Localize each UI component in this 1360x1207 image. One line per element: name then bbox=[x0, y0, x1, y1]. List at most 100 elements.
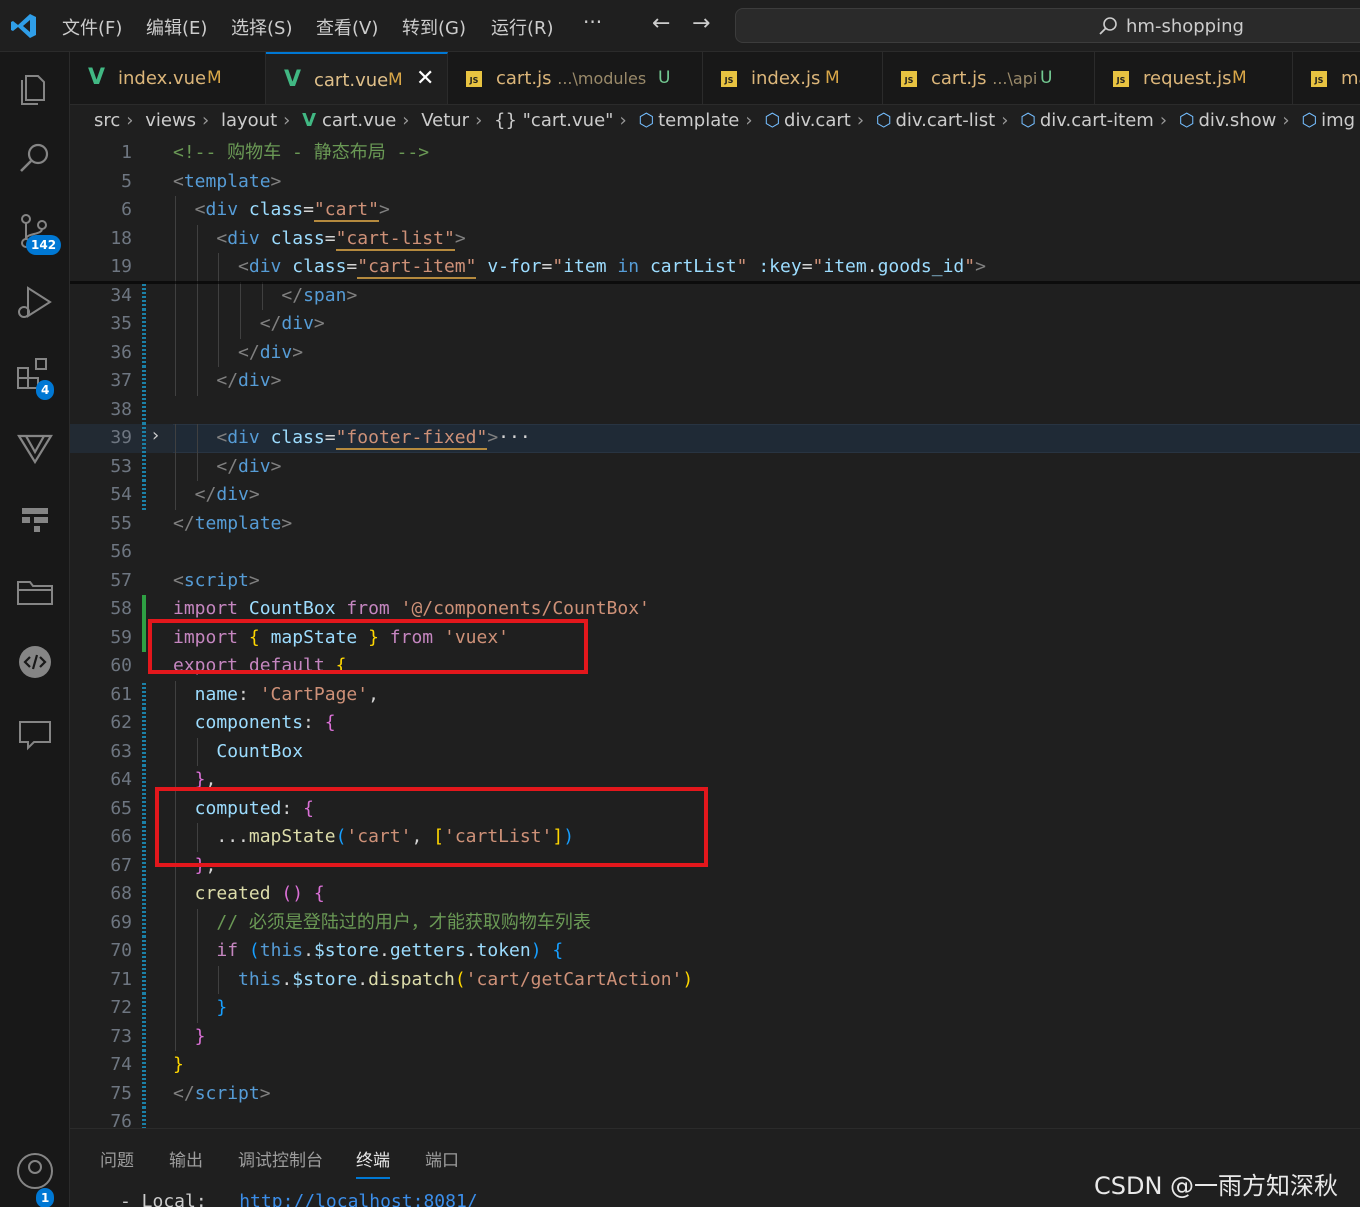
panel-tab-terminal[interactable]: 终端 bbox=[356, 1146, 390, 1179]
breadcrumb-item[interactable]: template bbox=[658, 110, 739, 131]
menu-view[interactable]: 查看(V) bbox=[316, 14, 378, 40]
indent-guide bbox=[196, 908, 198, 937]
panel-tab-problems[interactable]: 问题 bbox=[100, 1146, 134, 1171]
line-number: 69 bbox=[110, 911, 132, 933]
code-token: div bbox=[238, 455, 271, 477]
tab-index-js[interactable]: JS index.js M bbox=[703, 52, 883, 104]
tab-index-vue[interactable]: V index.vue M bbox=[70, 52, 266, 104]
tab-request-js[interactable]: JS request.js M bbox=[1095, 52, 1293, 104]
breadcrumb-item[interactable]: div.show bbox=[1198, 110, 1276, 131]
gutter-change-marker bbox=[142, 709, 146, 738]
indent-guide bbox=[175, 424, 176, 453]
chevron-right-icon: › bbox=[475, 110, 483, 131]
close-icon[interactable]: ✕ bbox=[416, 66, 434, 91]
code-text: this.$store.dispatch('cart/getCartAction… bbox=[238, 966, 693, 995]
breadcrumb-item[interactable]: img bbox=[1321, 110, 1355, 131]
breadcrumb-item[interactable]: {} "cart.vue" bbox=[494, 110, 613, 131]
menu-go[interactable]: 转到(G) bbox=[402, 14, 466, 40]
tab-label: index.js bbox=[751, 68, 821, 89]
code-token: = bbox=[346, 256, 358, 277]
nav-back-button[interactable]: ← bbox=[652, 11, 670, 36]
tab-name-text: cart.js bbox=[931, 68, 987, 89]
code-token: > bbox=[487, 427, 499, 448]
menu-edit[interactable]: 编辑(E) bbox=[146, 14, 207, 40]
indent-guide bbox=[196, 994, 198, 1023]
code-text: <div class="footer-fixed">··· bbox=[216, 424, 531, 453]
breadcrumb-item[interactable]: Vetur bbox=[421, 110, 469, 131]
tab-ma[interactable]: JS ma bbox=[1293, 52, 1360, 104]
nav-forward-button[interactable]: → bbox=[692, 11, 710, 36]
tab-cart-js-api[interactable]: JS cart.js ...\api U bbox=[883, 52, 1095, 104]
tab-cart-js-modules[interactable]: JS cart.js ...\modules U bbox=[448, 52, 703, 104]
code-editor[interactable]: 1 <!-- 购物车 - 静态布局 --> 5 <template> 6 <div cla… bbox=[70, 139, 1360, 1128]
code-text: <template> bbox=[173, 168, 281, 197]
menu-selection[interactable]: 选择(S) bbox=[231, 14, 292, 40]
code-token: > bbox=[270, 370, 282, 391]
code-token: < bbox=[173, 170, 184, 192]
code-token: > bbox=[975, 256, 986, 277]
menu-more-button[interactable]: ··· bbox=[583, 10, 602, 34]
code-line: 75 </script> bbox=[70, 1079, 1360, 1108]
source-control-icon[interactable]: 142 bbox=[14, 210, 62, 255]
explorer-icon[interactable] bbox=[14, 68, 56, 110]
line-number: 62 bbox=[110, 712, 132, 733]
code-line: 76 bbox=[70, 1108, 1360, 1128]
code-token: item bbox=[563, 256, 607, 277]
chevron-right-icon: › bbox=[856, 110, 865, 131]
code-text: </div> bbox=[216, 453, 281, 482]
panel-tab-output[interactable]: 输出 bbox=[169, 1146, 203, 1171]
gutter-change-marker bbox=[142, 424, 146, 453]
breadcrumb-item[interactable]: src bbox=[94, 110, 120, 131]
breadcrumb-item[interactable]: div.cart bbox=[784, 110, 851, 131]
code-token: this bbox=[259, 940, 304, 961]
chevron-right-icon: › bbox=[745, 110, 753, 131]
run-debug-icon[interactable] bbox=[14, 282, 56, 324]
breadcrumb-item[interactable]: views bbox=[145, 110, 196, 131]
gutter-change-marker bbox=[142, 766, 146, 795]
terminal-url-link[interactable]: http://localhost:8081/ bbox=[239, 1191, 477, 1207]
fold-expand-icon[interactable]: › bbox=[150, 425, 161, 446]
code-token: if bbox=[216, 940, 239, 961]
search-icon[interactable] bbox=[14, 138, 56, 180]
vue-devtools-icon[interactable] bbox=[14, 426, 56, 468]
tab-cart-vue[interactable]: V cart.vue M ✕ bbox=[266, 52, 448, 104]
editor-tab-bar: V index.vue M V cart.vue M ✕ JS cart.js … bbox=[70, 52, 1360, 105]
command-center-search[interactable]: hm-shopping bbox=[735, 8, 1360, 43]
remote-explorer-icon[interactable] bbox=[14, 498, 56, 540]
code-token: > bbox=[454, 227, 466, 249]
vscode-logo-icon bbox=[11, 14, 36, 38]
code-token: </ bbox=[216, 455, 239, 477]
js-file-icon: JS bbox=[721, 71, 737, 87]
breadcrumb-item[interactable]: layout bbox=[221, 110, 277, 131]
menu-run[interactable]: 运行(R) bbox=[491, 14, 554, 40]
indent-guide bbox=[175, 1022, 176, 1051]
code-text: } bbox=[216, 994, 227, 1023]
line-number: 76 bbox=[110, 1111, 132, 1128]
breadcrumb-item[interactable]: div.cart-list bbox=[895, 110, 995, 131]
code-text: if (this.$store.getters.token) { bbox=[216, 937, 563, 966]
indent-guide bbox=[175, 680, 176, 709]
indent-guide bbox=[175, 310, 176, 339]
panel-tab-ports[interactable]: 端口 bbox=[425, 1146, 459, 1171]
chat-icon[interactable] bbox=[14, 714, 56, 756]
breadcrumb-item[interactable]: div.cart-item bbox=[1040, 110, 1154, 131]
line-number: 75 bbox=[110, 1082, 132, 1104]
gutter-change-marker bbox=[142, 1051, 146, 1080]
live-share-icon[interactable] bbox=[14, 642, 56, 684]
menu-file[interactable]: 文件(F) bbox=[62, 14, 122, 40]
indent-guide bbox=[175, 338, 176, 367]
code-token: ( bbox=[454, 968, 466, 990]
line-number: 60 bbox=[110, 655, 132, 676]
line-number: 37 bbox=[110, 370, 132, 391]
indent-guide bbox=[175, 452, 176, 481]
account-icon[interactable]: 1 bbox=[14, 1150, 56, 1207]
panel-tab-debug-console[interactable]: 调试控制台 bbox=[238, 1146, 323, 1171]
code-line: 1 <!-- 购物车 - 静态布局 --> bbox=[70, 139, 1360, 168]
project-manager-icon[interactable] bbox=[14, 570, 56, 612]
code-token: > bbox=[346, 284, 358, 306]
extensions-icon[interactable]: 4 bbox=[14, 354, 56, 400]
breadcrumb-item[interactable]: cart.vue bbox=[322, 110, 396, 131]
